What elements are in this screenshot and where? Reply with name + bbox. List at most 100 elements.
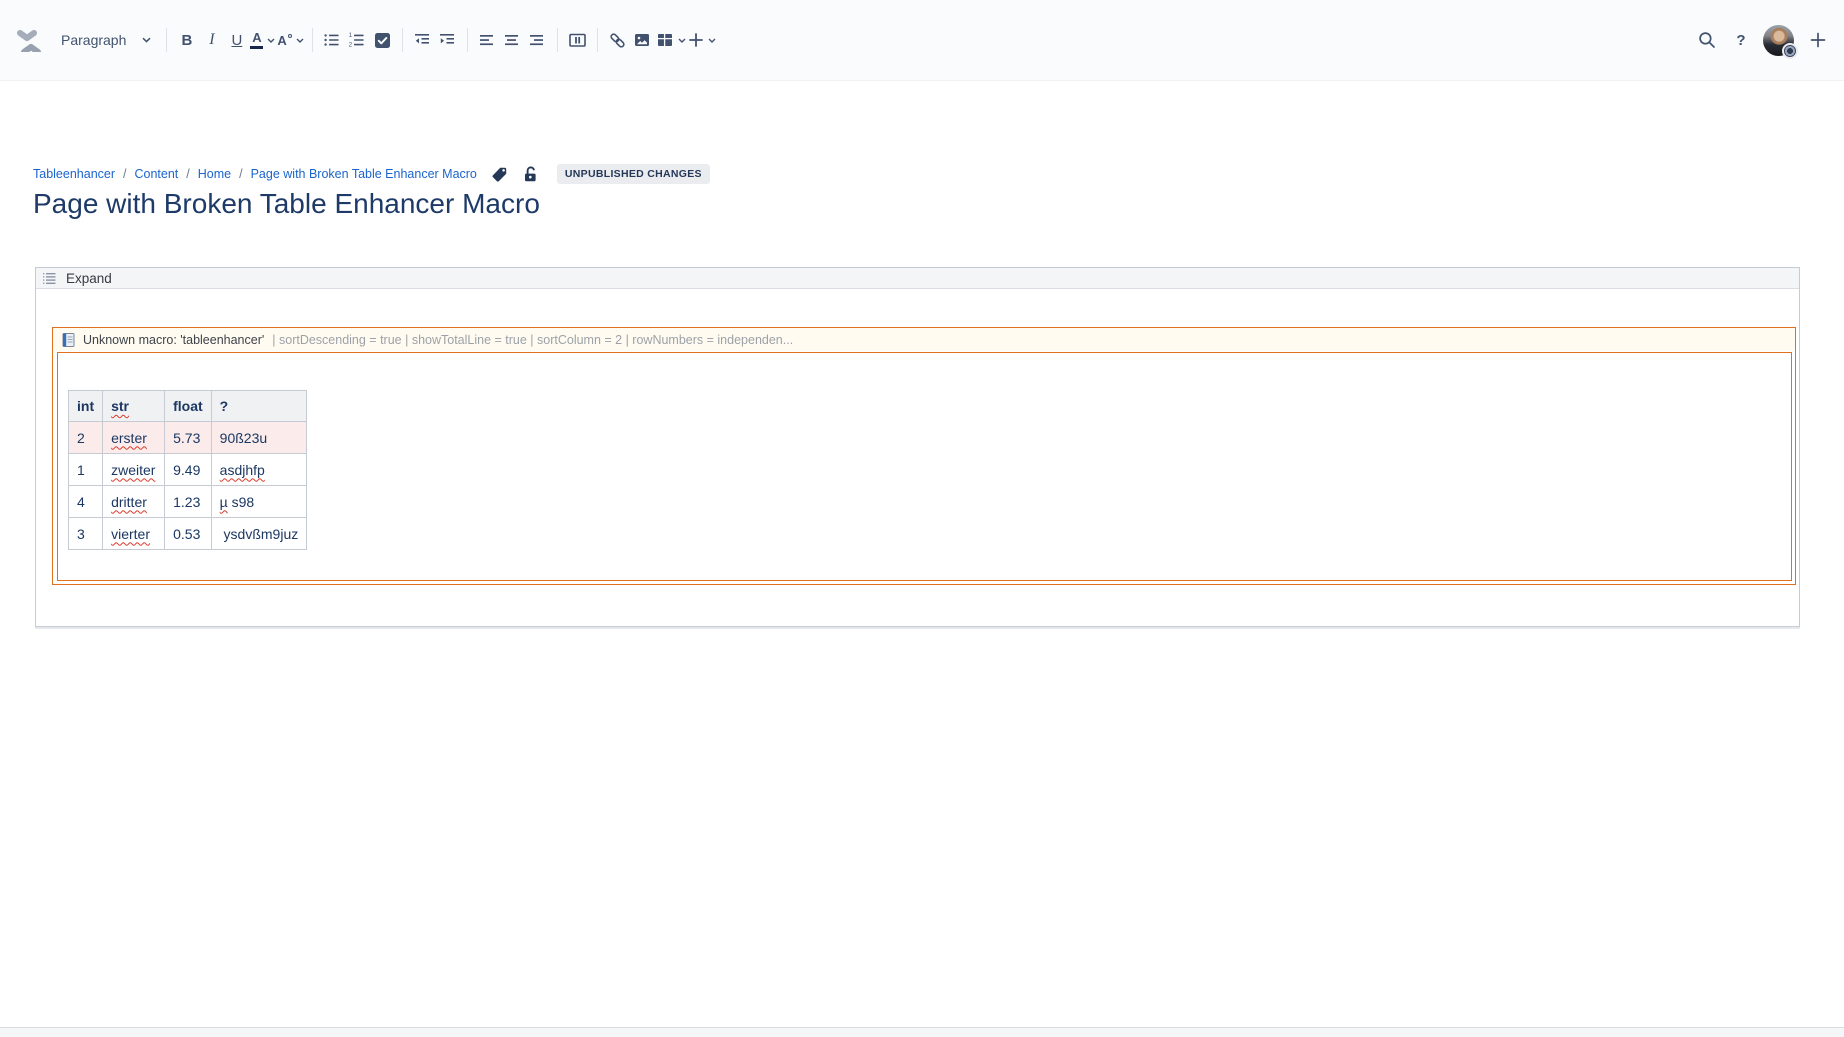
more-formatting-icon: A: [277, 34, 291, 47]
table-grid-icon: [656, 31, 674, 49]
restrictions-button[interactable]: [522, 165, 539, 183]
help-icon: ?: [1736, 32, 1745, 49]
table-cell[interactable]: vierter: [103, 518, 165, 550]
text-color-button[interactable]: A: [250, 25, 275, 55]
task-list-button[interactable]: [371, 25, 394, 55]
toolbar-divider: [597, 28, 598, 52]
outdent-button[interactable]: [411, 25, 434, 55]
unknown-macro-title: Unknown macro: 'tableenhancer': [83, 333, 264, 347]
table-row: 2 erster 5.73 90ß23u: [69, 422, 307, 454]
search-button[interactable]: [1695, 25, 1718, 55]
table-cell[interactable]: 90ß23u: [211, 422, 307, 454]
unknown-macro-header: Unknown macro: 'tableenhancer' | sortDes…: [53, 328, 1795, 351]
table-cell[interactable]: 1.23: [165, 486, 212, 518]
expand-macro-header[interactable]: Expand: [36, 268, 1799, 289]
table-cell[interactable]: 4: [69, 486, 103, 518]
breadcrumb-link-content[interactable]: Content: [135, 167, 179, 181]
table-cell[interactable]: 2: [69, 422, 103, 454]
underline-button[interactable]: U: [225, 25, 248, 55]
add-button[interactable]: [1806, 25, 1829, 55]
data-table: int str float ? 2 erster 5.73 90ß23u: [68, 390, 307, 550]
breadcrumb-link-space[interactable]: Tableenhancer: [33, 167, 115, 181]
chevron-down-icon: [296, 38, 304, 43]
toolbar-right-group: ?: [1694, 25, 1830, 56]
bullet-list-icon: [323, 31, 341, 49]
editor-toolbar: Paragraph B I U A A 1: [0, 0, 1844, 81]
table-header-row: int str float ?: [69, 391, 307, 422]
indent-button[interactable]: [436, 25, 459, 55]
breadcrumb-link-home[interactable]: Home: [198, 167, 231, 181]
chevron-down-icon: [678, 38, 686, 43]
svg-text:2: 2: [349, 43, 353, 49]
table-cell[interactable]: 3: [69, 518, 103, 550]
align-center-button[interactable]: [501, 25, 524, 55]
table-cell[interactable]: 5.73: [165, 422, 212, 454]
table-cell[interactable]: 1: [69, 454, 103, 486]
toolbar-divider: [312, 28, 313, 52]
page-title[interactable]: Page with Broken Table Enhancer Macro: [33, 188, 540, 220]
help-button[interactable]: ?: [1730, 25, 1752, 55]
breadcrumb-separator: /: [239, 167, 242, 181]
table-header-cell[interactable]: str: [103, 391, 165, 422]
table-cell[interactable]: dritter: [103, 486, 165, 518]
more-formatting-button[interactable]: A: [277, 25, 303, 55]
table-cell[interactable]: ysdvßm9juz: [211, 518, 307, 550]
page-layout-icon: [568, 31, 587, 49]
toolbar-divider: [402, 28, 403, 52]
task-list-icon: [374, 32, 391, 49]
macro-book-icon: [62, 332, 75, 348]
toolbar-left-group: Paragraph B I U A A 1: [16, 25, 717, 55]
align-right-button[interactable]: [526, 25, 549, 55]
toolbar-divider: [166, 28, 167, 52]
labels-button[interactable]: [491, 166, 508, 183]
align-right-icon: [528, 31, 546, 49]
chevron-down-icon: [142, 37, 151, 43]
expand-macro-body: Unknown macro: 'tableenhancer' | sortDes…: [36, 289, 1799, 626]
insert-plus-icon: [688, 32, 704, 48]
insert-table-button[interactable]: [656, 25, 686, 55]
numbered-list-button[interactable]: 1 2: [346, 25, 369, 55]
table-cell[interactable]: 0.53: [165, 518, 212, 550]
chevron-down-icon: [267, 38, 275, 43]
bottom-bar: [0, 1027, 1844, 1037]
user-avatar[interactable]: [1763, 25, 1794, 56]
add-plus-icon: [1809, 31, 1827, 49]
page-layout-button[interactable]: [566, 25, 589, 55]
table-cell[interactable]: erster: [103, 422, 165, 454]
table-cell[interactable]: µ s98: [211, 486, 307, 518]
table-header-cell[interactable]: ?: [211, 391, 307, 422]
unknown-macro-content: int str float ? 2 erster 5.73 90ß23u: [57, 352, 1792, 581]
text-color-icon: A: [250, 31, 263, 49]
indent-icon: [438, 31, 456, 49]
toolbar-divider: [467, 28, 468, 52]
image-icon: [633, 31, 651, 49]
unknown-macro-block[interactable]: Unknown macro: 'tableenhancer' | sortDes…: [52, 327, 1796, 585]
italic-button[interactable]: I: [200, 25, 223, 55]
avatar-status-badge-icon: [1782, 43, 1798, 59]
table-header-cell[interactable]: int: [69, 391, 103, 422]
table-row: 1 zweiter 9.49 asdjhfp: [69, 454, 307, 486]
bullet-list-button[interactable]: [321, 25, 344, 55]
breadcrumb-separator: /: [186, 167, 189, 181]
bold-button[interactable]: B: [175, 25, 198, 55]
table-cell[interactable]: zweiter: [103, 454, 165, 486]
align-left-button[interactable]: [476, 25, 499, 55]
chevron-down-icon: [708, 38, 716, 43]
search-icon: [1697, 30, 1717, 50]
insert-more-button[interactable]: [688, 25, 716, 55]
paragraph-style-dropdown[interactable]: Paragraph: [59, 32, 159, 48]
unknown-macro-params: | sortDescending = true | showTotalLine …: [272, 333, 793, 347]
table-row: 3 vierter 0.53 ysdvßm9juz: [69, 518, 307, 550]
breadcrumb-link-page[interactable]: Page with Broken Table Enhancer Macro: [251, 167, 477, 181]
table-cell[interactable]: asdjhfp: [211, 454, 307, 486]
confluence-logo-icon: [16, 28, 43, 52]
outdent-icon: [413, 31, 431, 49]
table-cell[interactable]: 9.49: [165, 454, 212, 486]
status-badge: UNPUBLISHED CHANGES: [557, 164, 710, 184]
toolbar-divider: [557, 28, 558, 52]
table-header-cell[interactable]: float: [165, 391, 212, 422]
insert-link-button[interactable]: [606, 25, 629, 55]
paragraph-style-label: Paragraph: [61, 32, 126, 48]
labels-tag-icon: [491, 166, 508, 183]
insert-image-button[interactable]: [631, 25, 654, 55]
